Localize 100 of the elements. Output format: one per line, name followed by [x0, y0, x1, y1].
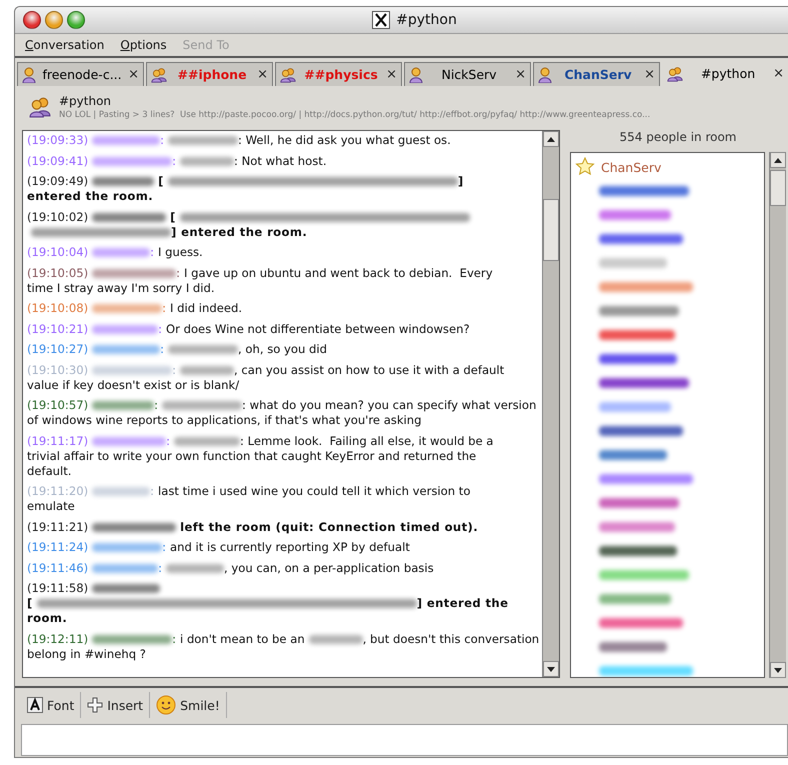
blurred-participant[interactable]: [599, 234, 683, 244]
scrollbar[interactable]: [542, 131, 559, 677]
close-button[interactable]: [23, 11, 41, 29]
blurred-participant[interactable]: [599, 594, 671, 604]
person-icon: [22, 66, 36, 82]
menu-item[interactable]: Conversation: [25, 38, 104, 52]
blurred-participant[interactable]: [599, 498, 679, 508]
blurred-participant[interactable]: [599, 474, 693, 484]
scrollbar-thumb[interactable]: [543, 199, 559, 261]
blurred-nickname: [174, 436, 240, 446]
timestamp: (19:10:08): [27, 301, 88, 315]
close-tab-button[interactable]: ×: [128, 67, 139, 82]
message-text: emulate: [27, 499, 75, 513]
message-text: , you can, on a per-application basis: [224, 560, 434, 574]
close-tab-button[interactable]: ×: [773, 66, 784, 81]
conversation-tab[interactable]: freenode-c... ×: [17, 62, 144, 86]
blurred-nickname: [168, 345, 238, 354]
nick-separator: :: [154, 398, 158, 412]
timestamp: (19:10:57): [27, 398, 88, 412]
message-text: trivial affair to write your own function that caught KeyError and returned the: [27, 448, 476, 462]
blurred-participant[interactable]: [599, 282, 693, 292]
channel-name: #python: [59, 94, 112, 108]
scrollbar[interactable]: [769, 152, 786, 678]
blurred-participant[interactable]: [599, 306, 679, 316]
up-arrow-icon[interactable]: [547, 136, 555, 142]
nick-separator: :: [176, 266, 180, 280]
message-text: : Lemme look. Failing all else, it would be a: [240, 434, 494, 448]
conversation-tab[interactable]: ##iphone ×: [146, 62, 273, 86]
person-icon: [409, 66, 423, 82]
menu-item[interactable]: Options: [120, 38, 167, 52]
message-text: Or does Wine not differentiate between windowsen?: [166, 322, 470, 336]
scrollbar-thumb[interactable]: [770, 170, 786, 206]
nick-separator: :: [160, 133, 164, 147]
conversation-tab[interactable]: ChanServ ×: [533, 62, 660, 86]
message-text: time I stray away I'm sorry I did.: [27, 280, 215, 294]
timestamp: (19:11:24): [27, 540, 88, 554]
blurred-participant[interactable]: [599, 618, 683, 628]
message-text: : Not what host.: [234, 154, 326, 168]
people-count: 554 people in room: [619, 130, 736, 146]
nick-separator: :: [150, 245, 154, 259]
toolbar-button[interactable]: Font: [21, 692, 82, 718]
down-arrow-icon[interactable]: [547, 666, 555, 672]
toolbar-button[interactable]: Smile!: [150, 692, 227, 718]
blurred-participant[interactable]: [599, 426, 683, 436]
blurred-nickname: [180, 366, 234, 375]
timestamp: (19:10:30): [27, 362, 88, 376]
nick-separator: :: [150, 484, 154, 498]
conversation-tab[interactable]: ##physics ×: [275, 62, 402, 86]
message-text: belong in #winehq ?: [27, 646, 146, 660]
timestamp: (19:11:58): [27, 581, 88, 595]
nick-separator: :: [172, 632, 176, 646]
timestamp: (19:10:27): [27, 342, 88, 356]
blurred-participant[interactable]: [599, 330, 675, 340]
message-text: , but doesn't this conversation: [362, 632, 540, 646]
minimize-button[interactable]: [45, 11, 63, 29]
blurred-participant[interactable]: [599, 210, 671, 220]
close-tab-button[interactable]: ×: [644, 67, 655, 82]
blurred-nickname: [92, 584, 160, 594]
font-icon: [27, 697, 43, 713]
event-text: [: [170, 210, 176, 224]
timestamp: (19:09:33): [27, 133, 88, 147]
star-icon: [575, 157, 595, 177]
up-arrow-icon[interactable]: [774, 158, 782, 162]
blurred-participant[interactable]: [599, 402, 671, 412]
close-tab-button[interactable]: ×: [515, 67, 526, 82]
blurred-nickname: [92, 136, 160, 146]
blurred-participant[interactable]: [599, 354, 677, 364]
message-text: I gave up on ubuntu and went back to debian. Every: [184, 266, 493, 280]
scroll-up-button[interactable]: [770, 152, 786, 168]
blurred-participant[interactable]: [599, 186, 689, 196]
down-arrow-icon[interactable]: [774, 668, 782, 672]
timestamp: (19:10:04): [27, 245, 88, 259]
timestamp: (19:11:46): [27, 560, 88, 574]
close-tab-button[interactable]: ×: [257, 67, 268, 82]
message-text: and it is currently reporting XP by defualt: [170, 540, 410, 554]
participant-name[interactable]: ChanServ: [601, 160, 662, 174]
message-text: , oh, so you did: [238, 342, 327, 356]
message-input[interactable]: [21, 724, 788, 756]
blurred-participant[interactable]: [599, 450, 667, 460]
scroll-up-button[interactable]: [543, 131, 559, 147]
blurred-nickname: [92, 324, 158, 334]
blurred-participant[interactable]: [599, 546, 677, 556]
blurred-nickname: [92, 345, 160, 354]
nick-separator: :: [162, 540, 166, 554]
scroll-down-button[interactable]: [543, 661, 559, 677]
message-text: i don't mean to be an: [180, 632, 305, 646]
close-tab-button[interactable]: ×: [386, 67, 397, 82]
blurred-participant[interactable]: [599, 522, 675, 532]
blurred-participant[interactable]: [599, 378, 689, 388]
timestamp: (19:11:17): [27, 434, 88, 448]
message-text: I did indeed.: [170, 301, 242, 315]
scroll-down-button[interactable]: [770, 662, 786, 678]
zoom-button[interactable]: [67, 11, 85, 29]
person-icon: [538, 66, 552, 82]
x-logo-icon: [372, 11, 390, 29]
message-text: of windows wine reports to applications, if that's what you're asking: [27, 413, 422, 427]
toolbar-button[interactable]: Insert: [81, 692, 150, 718]
blurred-participant[interactable]: [599, 642, 667, 652]
blurred-nickname: [92, 304, 162, 314]
conversation-tab[interactable]: NickServ ×: [404, 62, 531, 86]
